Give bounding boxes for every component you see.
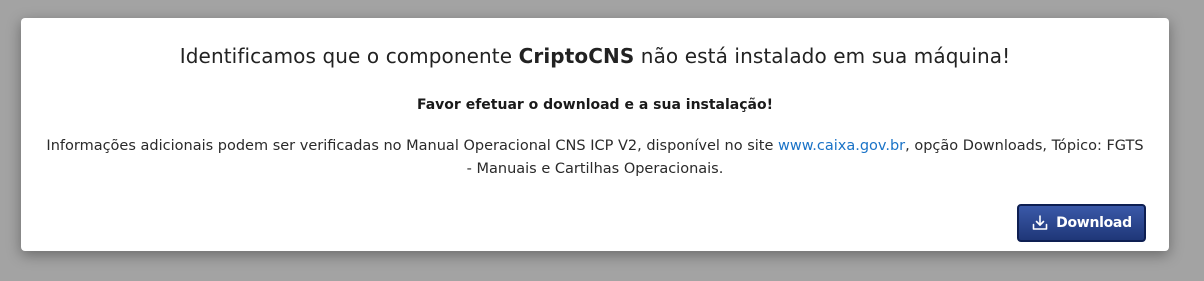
modal-backdrop: Identificamos que o componente CriptoCNS…	[0, 0, 1204, 281]
download-icon	[1031, 214, 1049, 232]
dialog-title: Identificamos que o componente CriptoCNS…	[21, 44, 1169, 68]
dialog-subtitle: Favor efetuar o download e a sua instala…	[416, 97, 773, 113]
title-suffix: não está instalado em sua máquina!	[634, 44, 1011, 68]
download-button[interactable]: Download	[1017, 204, 1146, 242]
install-dialog: Identificamos que o componente CriptoCNS…	[21, 18, 1169, 251]
info-prefix: Informações adicionais podem ser verific…	[46, 138, 779, 154]
caixa-site-link[interactable]: www.caixa.gov.br	[778, 138, 905, 154]
title-prefix: Identificamos que o componente	[179, 44, 519, 68]
download-button-label: Download	[1056, 215, 1132, 231]
info-text: Informações adicionais podem ser verific…	[45, 135, 1145, 181]
component-name: CriptoCNS	[518, 44, 635, 68]
